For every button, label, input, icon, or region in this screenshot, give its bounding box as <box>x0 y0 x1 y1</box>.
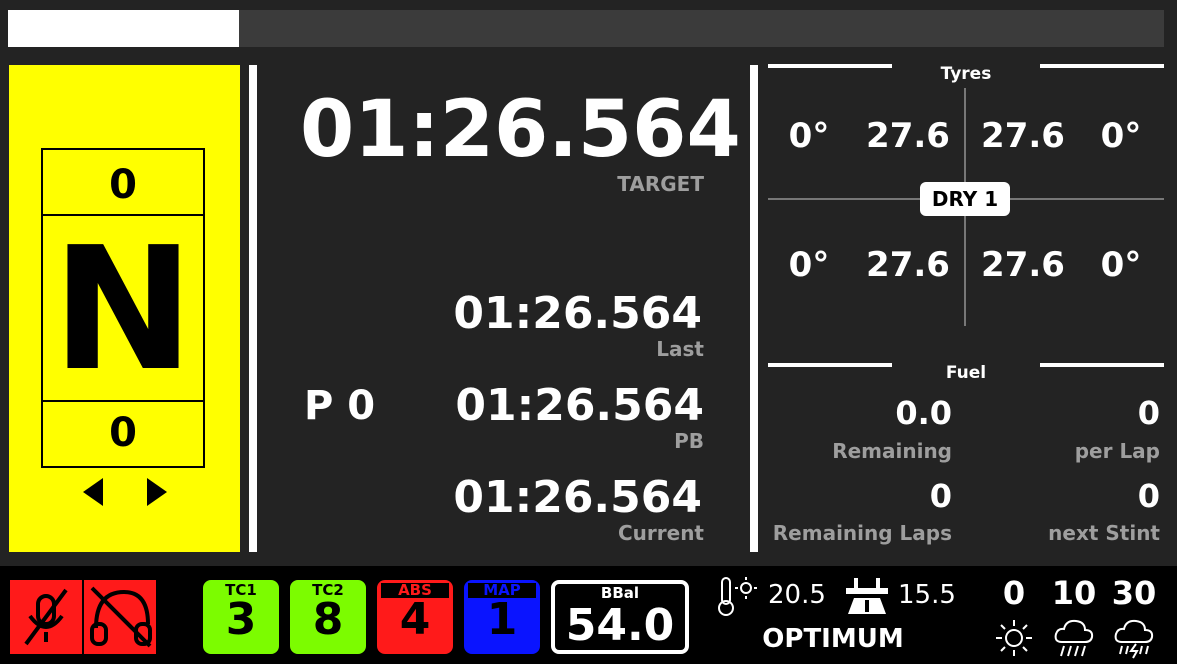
tc2-value: 8 <box>294 598 362 650</box>
radio-toggle-button[interactable] <box>84 580 156 654</box>
tyres-title: Tyres <box>940 64 992 84</box>
tc1-value: 3 <box>207 598 275 650</box>
thermometer-sun-icon <box>718 577 757 616</box>
sun-icon <box>996 620 1032 656</box>
headset-off-icon <box>90 586 152 648</box>
fuel-next-stint-label: next Stint <box>1048 521 1160 545</box>
gear-top-value: 0 <box>109 162 137 208</box>
tyre-fl-temp: 0° <box>788 116 830 156</box>
fuel-per-lap-label: per Lap <box>1074 439 1160 463</box>
mic-off-icon <box>24 588 68 646</box>
bbal-control[interactable]: BBal 54.0 <box>551 580 689 654</box>
tyre-compound-badge: DRY 1 <box>920 182 1010 216</box>
tyre-fr-pressure: 27.6 <box>981 116 1065 156</box>
tc2-control[interactable]: TC2 8 <box>290 580 366 654</box>
tyre-fl-pressure: 27.6 <box>866 116 950 156</box>
tyres-header-line-left <box>768 64 892 68</box>
current-time: 01:26.564 <box>453 472 702 523</box>
position: P 0 <box>304 383 376 429</box>
abs-value: 4 <box>381 598 449 650</box>
target-label: TARGET <box>617 172 704 196</box>
tyre-fr-temp: 0° <box>1100 116 1142 156</box>
arrow-right-icon <box>147 478 167 506</box>
abs-control[interactable]: ABS 4 <box>377 580 453 654</box>
tyre-rr-temp: 0° <box>1100 245 1142 285</box>
pb-label: PB <box>674 429 704 453</box>
gear-bottom-value: 0 <box>109 410 137 456</box>
lap-progress-fill <box>8 10 240 47</box>
air-temp-value: 20.5 <box>768 580 826 610</box>
tyre-rr-pressure: 27.6 <box>981 245 1065 285</box>
weather-now-value: 0 <box>1002 574 1026 612</box>
last-label: Last <box>656 337 704 361</box>
current-label: Current <box>617 521 704 545</box>
fuel-header-line-right <box>1040 363 1164 367</box>
weather-10-value: 10 <box>1051 574 1097 612</box>
tyre-rl-temp: 0° <box>788 245 830 285</box>
tc1-control[interactable]: TC1 3 <box>203 580 279 654</box>
road-icon <box>846 578 888 614</box>
fuel-per-lap-value: 0 <box>1137 394 1160 432</box>
fuel-next-stint-value: 0 <box>1137 477 1160 515</box>
bbal-value: 54.0 <box>565 600 675 651</box>
last-time: 01:26.564 <box>453 288 702 339</box>
track-state: OPTIMUM <box>762 624 904 654</box>
track-temp-value: 15.5 <box>898 580 956 610</box>
fuel-remaining-laps-value: 0 <box>929 477 952 515</box>
mic-toggle-button[interactable] <box>10 580 82 654</box>
gear-indicator: N <box>51 211 195 409</box>
arrow-left-icon <box>83 478 103 506</box>
pb-time: 01:26.564 <box>455 380 704 431</box>
bbal-label: BBal <box>600 584 640 602</box>
target-time: 01:26.564 <box>300 85 741 175</box>
fuel-remaining-label: Remaining <box>832 439 952 463</box>
fuel-remaining-laps-label: Remaining Laps <box>772 521 952 545</box>
map-control[interactable]: MAP 1 <box>464 580 540 654</box>
storm-cloud-icon <box>1114 619 1154 659</box>
separator-left <box>249 65 257 552</box>
fuel-remaining-value: 0.0 <box>895 394 952 432</box>
tyre-rl-pressure: 27.6 <box>866 245 950 285</box>
fuel-header-line-left <box>768 363 892 367</box>
map-value: 1 <box>468 598 536 650</box>
fuel-title: Fuel <box>945 363 987 383</box>
weather-30-value: 30 <box>1111 574 1157 612</box>
rain-cloud-icon <box>1054 619 1094 657</box>
tyres-header-line-right <box>1040 64 1164 68</box>
